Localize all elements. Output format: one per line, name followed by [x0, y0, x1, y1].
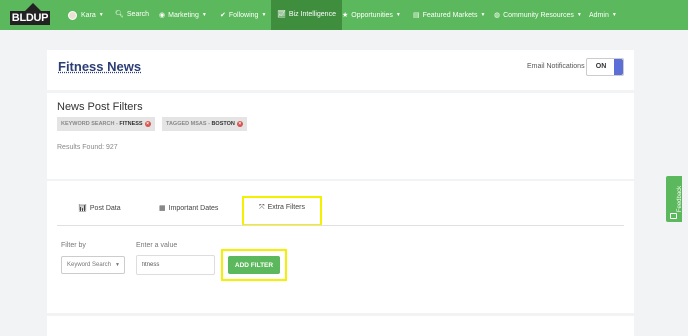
nav-user-menu[interactable]: Kara ▼ [68, 0, 104, 30]
search-icon: 🔍︎ [115, 11, 124, 18]
filter-chip-keyword[interactable]: KEYWORD SEARCH - FITNESS × [57, 117, 155, 131]
email-notifications-toggle[interactable]: ON [586, 58, 624, 76]
email-notifications-label: Email Notifications [527, 63, 585, 70]
toggle-state: ON [595, 63, 607, 70]
tab-divider [57, 225, 624, 226]
nav-admin[interactable]: Admin ▼ [589, 0, 617, 30]
caret-down-icon: ▼ [576, 12, 582, 18]
filter-by-select[interactable]: Keyword Search ▼ [61, 256, 125, 274]
tab-important-dates[interactable]: ▦ Important Dates [159, 204, 218, 212]
feedback-tab[interactable]: Feedback [666, 176, 683, 222]
nav-featured-markets[interactable]: ▤ Featured Markets ▼ [413, 0, 485, 30]
caret-down-icon: ▼ [98, 12, 104, 18]
title-panel: Fitness News Email Notifications ON [47, 50, 634, 90]
filter-value-input[interactable] [136, 255, 215, 275]
filter-chip-msa[interactable]: TAGGED MSAS - BOSTON × [162, 117, 247, 131]
caret-down-icon: ▼ [611, 12, 617, 18]
enter-value-label: Enter a value [136, 242, 178, 249]
filter-by-label: Filter by [61, 242, 86, 249]
tab-extra-filters[interactable]: ⤧ Extra Filters [259, 204, 305, 212]
page-title[interactable]: Fitness News [58, 59, 141, 74]
tab-post-data[interactable]: 📊︎ Post Data [78, 204, 121, 212]
chart-icon: 📊︎ [78, 205, 87, 212]
results-count: Results Found: 927 [57, 144, 118, 151]
nav-following[interactable]: ✔ Following ▼ [220, 0, 266, 30]
nav-community-resources[interactable]: ◍ Community Resources ▼ [494, 0, 582, 30]
filter-tabs-panel: 📊︎ Post Data ▦ Important Dates ⤧ Extra Filt… [47, 181, 634, 313]
remove-filter-icon[interactable]: × [236, 120, 243, 127]
caret-down-icon: ▼ [395, 12, 401, 18]
star-icon: ★ [342, 11, 349, 19]
nav-search[interactable]: 🔍︎ Search [115, 0, 149, 30]
filters-heading: News Post Filters [57, 101, 143, 113]
map-icon: ▤ [413, 11, 420, 19]
calendar-icon: ▦ [159, 205, 166, 212]
avatar [68, 10, 77, 20]
house-icon [25, 3, 41, 11]
nav-biz-intelligence[interactable]: 📈︎ Biz Intelligence [271, 0, 342, 30]
bottom-panel [47, 316, 634, 336]
caret-down-icon: ▼ [261, 12, 267, 18]
caret-down-icon: ▼ [480, 12, 486, 18]
top-nav: BLDUP Kara ▼ 🔍︎ Search ◉ Marketing ▼ ✔ Follow… [0, 0, 688, 30]
nav-opportunities[interactable]: ★ Opportunities ▼ [342, 0, 401, 30]
add-filter-button[interactable]: ADD FILTER [228, 256, 280, 274]
feedback-icon [670, 213, 677, 219]
check-circle-icon: ✔ [220, 11, 226, 19]
line-chart-icon: 📈︎ [277, 11, 286, 18]
globe-icon: ◍ [494, 11, 501, 19]
chevron-down-icon: ▼ [115, 262, 120, 268]
toggle-knob [614, 59, 623, 75]
caret-down-icon: ▼ [201, 12, 207, 18]
expand-icon: ⤧ [259, 204, 265, 211]
nav-marketing[interactable]: ◉ Marketing ▼ [159, 0, 207, 30]
bldup-logo[interactable]: BLDUP [10, 3, 50, 27]
remove-filter-icon[interactable]: × [144, 120, 151, 127]
rss-icon: ◉ [159, 11, 166, 19]
news-post-filters-panel: News Post Filters KEYWORD SEARCH - FITNE… [47, 93, 634, 179]
